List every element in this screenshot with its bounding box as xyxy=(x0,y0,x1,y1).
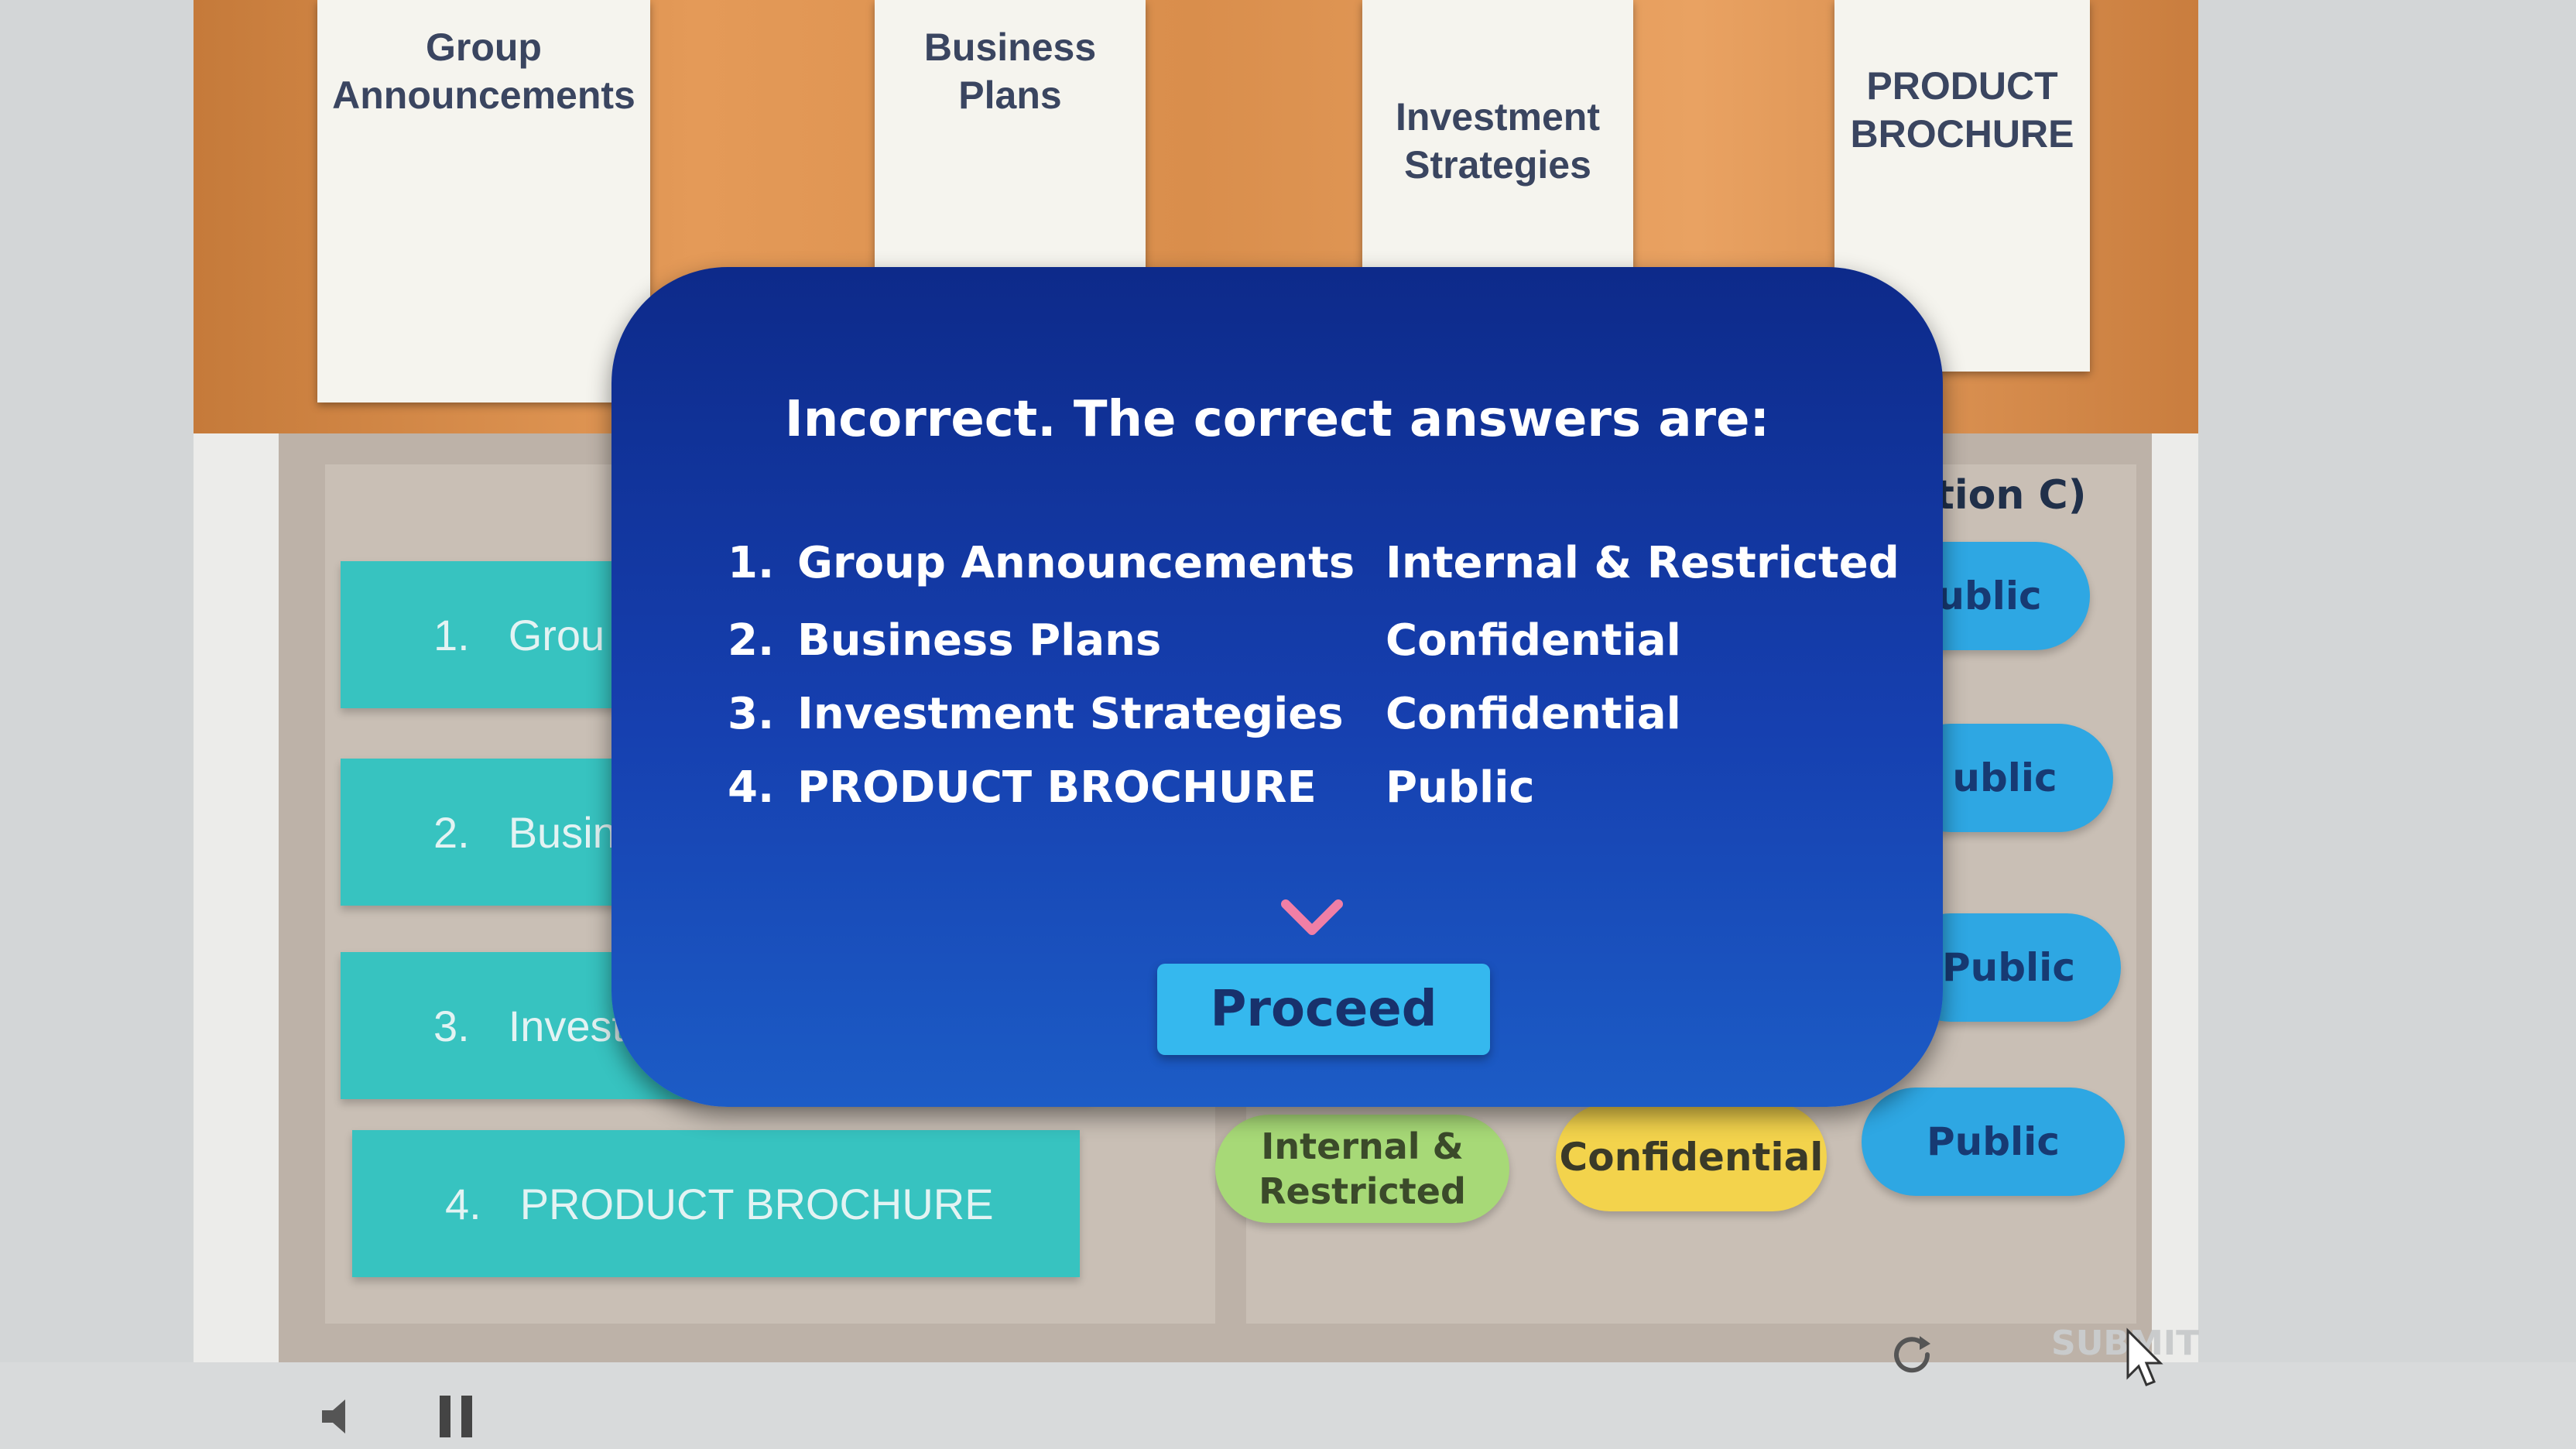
row-name: PRODUCT BROCHURE xyxy=(797,762,1317,813)
modal-title: Incorrect. The correct answers are: xyxy=(784,391,1770,448)
item-number: 3. xyxy=(433,1001,470,1050)
item-label: PRODUCT BROCHURE xyxy=(519,1179,994,1228)
proceed-button[interactable]: Proceed xyxy=(1157,964,1490,1055)
item-number: 4. xyxy=(445,1179,481,1228)
player-controls xyxy=(0,1362,2576,1449)
book-title: Group Announcements xyxy=(332,26,635,117)
option-confidential[interactable]: Confidential xyxy=(1556,1103,1827,1211)
row-number: 2. xyxy=(728,615,775,666)
row-answer: Internal & Restricted xyxy=(1386,538,1899,588)
speaker-icon[interactable] xyxy=(317,1393,364,1440)
item-label: Grou xyxy=(508,610,605,659)
row-name: Investment Strategies xyxy=(797,689,1344,739)
feedback-modal: Incorrect. The correct answers are: 1. Gr… xyxy=(611,267,1943,1107)
row-answer: Confidential xyxy=(1386,615,1681,666)
pause-icon[interactable] xyxy=(433,1389,480,1444)
item-number: 1. xyxy=(433,610,470,659)
row-number: 3. xyxy=(728,689,775,739)
answer-row-4: 4. PRODUCT BROCHURE Public xyxy=(728,762,1535,813)
answer-row-1: 1. Group Announcements Internal & Restrict… xyxy=(728,538,1899,588)
book-business-plans: Business Plans xyxy=(875,0,1146,271)
item-label: Invest xyxy=(508,1001,625,1050)
row-name: Group Announcements xyxy=(797,538,1355,588)
cursor-icon xyxy=(2126,1327,2163,1386)
item-number: 2. xyxy=(433,807,470,857)
row-answer: Confidential xyxy=(1386,689,1681,739)
chevron-down-icon xyxy=(1281,899,1343,935)
option-internal-restricted[interactable]: Internal & Restricted xyxy=(1215,1115,1509,1223)
drag-item-4[interactable]: 4. PRODUCT BROCHURE xyxy=(352,1130,1080,1277)
option-public[interactable]: Public xyxy=(1862,1088,2125,1196)
item-label: Busin xyxy=(508,807,617,857)
row-number: 4. xyxy=(728,762,775,813)
row-name: Business Plans xyxy=(797,615,1162,666)
answer-row-2: 2. Business Plans Confidential xyxy=(728,615,1681,666)
answer-row-3: 3. Investment Strategies Confidential xyxy=(728,689,1681,739)
book-investment-strategies: Investment Strategies xyxy=(1362,0,1633,271)
row-answer: Public xyxy=(1386,762,1535,813)
column-header: tion C) xyxy=(1935,472,2087,519)
book-group-announcements: Group Announcements xyxy=(317,0,650,402)
book-title: Investment Strategies xyxy=(1396,95,1600,187)
refresh-icon[interactable] xyxy=(1889,1331,1935,1378)
row-number: 1. xyxy=(728,538,775,588)
book-title: PRODUCT BROCHURE xyxy=(1850,64,2074,156)
book-title: Business Plans xyxy=(923,26,1097,117)
